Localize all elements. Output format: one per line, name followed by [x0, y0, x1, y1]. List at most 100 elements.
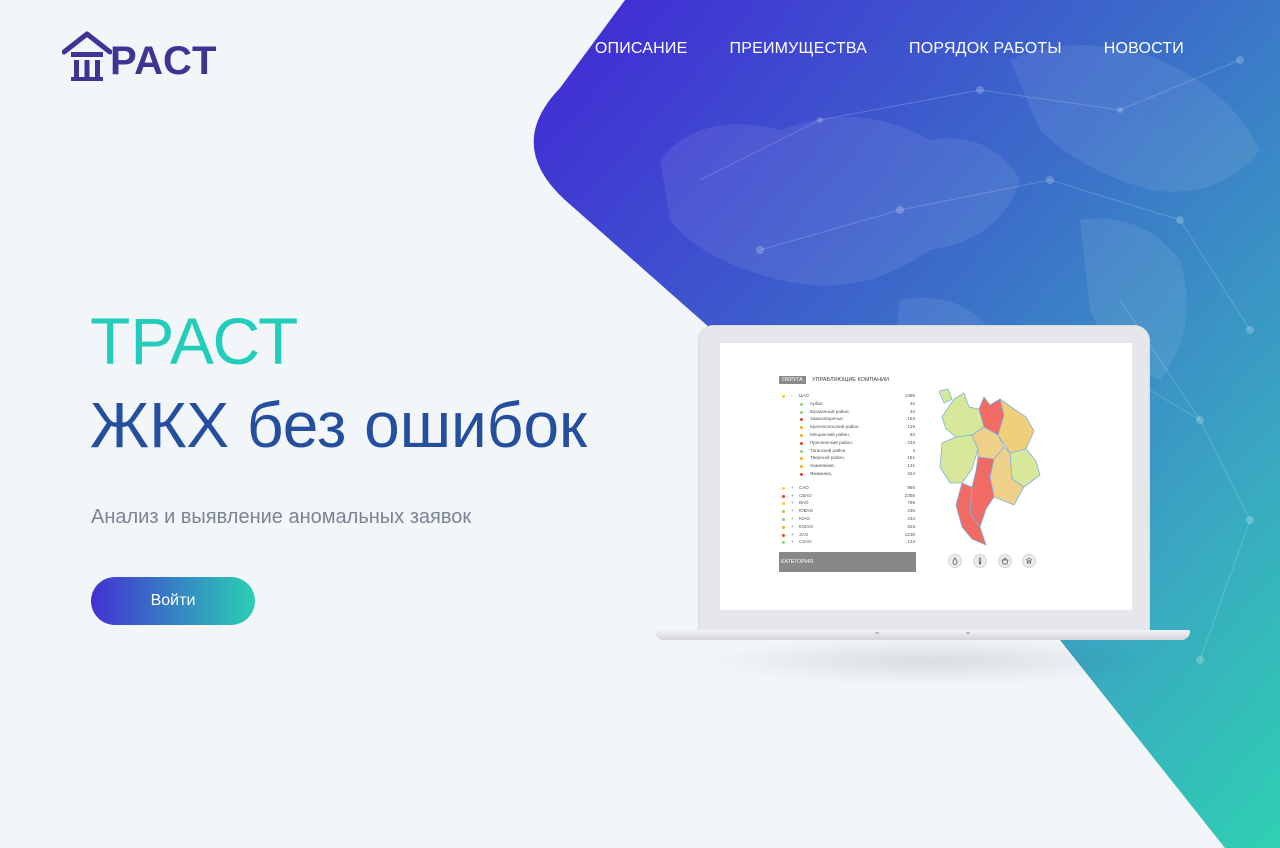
- subdistrict-value: 3: [912, 447, 915, 453]
- district-value: 823: [907, 523, 915, 529]
- expand-toggle[interactable]: +: [791, 531, 794, 539]
- status-dot: [782, 494, 785, 498]
- district-name: ЮАО: [799, 515, 811, 521]
- district-row[interactable]: + САО 980: [779, 484, 915, 492]
- district-row[interactable]: + СЗАО 123: [779, 538, 915, 546]
- subdistrict-name: Арбат,: [810, 400, 824, 406]
- district-value: 1238: [904, 531, 915, 537]
- status-dot: [800, 472, 803, 476]
- nav-item-advantages[interactable]: ПРЕИМУЩЕСТВА: [730, 40, 868, 58]
- district-row-cao[interactable]: - ЦАО 1386: [779, 392, 915, 400]
- status-dot: [800, 465, 803, 469]
- nav-item-description[interactable]: ОПИСАНИЕ: [595, 40, 688, 58]
- subdistrict-value: 32: [909, 400, 915, 406]
- tab-districts[interactable]: ОКРУГА: [779, 376, 806, 384]
- subdistrict-value: 43: [909, 408, 915, 414]
- building-icon[interactable]: [1022, 554, 1036, 568]
- subdistrict-row[interactable]: Таганский район, 3: [779, 447, 915, 455]
- status-dot: [782, 533, 785, 537]
- subdistrict-name: Хамовники,: [810, 463, 835, 469]
- status-dot: [800, 410, 803, 414]
- laptop-shadow: [700, 636, 1160, 686]
- status-dot: [800, 441, 803, 445]
- thermometer-icon[interactable]: [973, 554, 987, 568]
- subdistrict-name: Красносельский район,: [810, 424, 860, 430]
- hero-title: ТРАСТ: [90, 304, 299, 378]
- district-row[interactable]: + СВАО 2365: [779, 492, 915, 500]
- subdistrict-row[interactable]: Басманный район, 43: [779, 408, 915, 416]
- category-bar[interactable]: КАТЕГОРИЯ: [779, 552, 916, 572]
- district-row[interactable]: + ЮАО 234: [779, 515, 915, 523]
- laptop-hinge-dot: [966, 632, 970, 634]
- logo[interactable]: РАСТ: [62, 30, 217, 82]
- map-region-yuao: [969, 456, 995, 528]
- subdistrict-value: 131: [907, 463, 915, 469]
- subdistrict-row[interactable]: Тверской район, 151: [779, 454, 915, 462]
- subdistrict-name: Таганский район,: [810, 447, 847, 453]
- map-region-zelenograd: [938, 388, 953, 404]
- nav-item-workflow[interactable]: ПОРЯДОК РАБОТЫ: [909, 40, 1062, 58]
- district-row[interactable]: + ЗАО 1238: [779, 531, 915, 539]
- expand-toggle[interactable]: +: [791, 492, 794, 500]
- basket-icon[interactable]: [998, 554, 1012, 568]
- district-list: - ЦАО 1386 Арбат, 32 Басманный район, 43 Зам…: [779, 392, 915, 546]
- expand-toggle[interactable]: +: [791, 523, 794, 531]
- subdistrict-value: 151: [907, 455, 915, 461]
- status-dot: [800, 418, 803, 422]
- status-dot: [800, 457, 803, 461]
- moscow-districts-map: [938, 388, 1041, 546]
- subdistrict-name: Пресненский район,: [810, 439, 854, 445]
- laptop-hinge-dot: [875, 632, 879, 634]
- logo-text: РАСТ: [110, 39, 218, 83]
- expand-toggle[interactable]: +: [791, 515, 794, 523]
- expand-toggle[interactable]: +: [791, 507, 794, 515]
- nav-item-news[interactable]: НОВОСТИ: [1104, 40, 1184, 58]
- district-value: 785: [907, 500, 915, 506]
- subdistrict-row[interactable]: Арбат, 32: [779, 400, 915, 408]
- subdistrict-row[interactable]: Пресненский район, 233: [779, 439, 915, 447]
- subdistrict-value: 233: [907, 439, 915, 445]
- status-dot: [800, 449, 803, 453]
- district-value: 1386: [904, 393, 915, 398]
- expand-toggle[interactable]: +: [791, 484, 794, 492]
- district-row[interactable]: + ВАО 785: [779, 499, 915, 507]
- status-dot: [800, 426, 803, 430]
- district-value: 2365: [904, 492, 915, 498]
- subdistrict-name: Замоскворечье,: [810, 416, 844, 422]
- subdistrict-row[interactable]: Хамовники, 131: [779, 462, 915, 470]
- status-dot: [782, 502, 785, 506]
- district-name: СЗАО: [799, 539, 812, 545]
- subdistrict-row[interactable]: Красносельский район, 125: [779, 423, 915, 431]
- district-row[interactable]: + ЮВАО 235: [779, 507, 915, 515]
- expand-toggle[interactable]: +: [791, 538, 794, 546]
- hero-tagline: ЖКХ без ошибок: [90, 389, 588, 461]
- subdistrict-name: Басманный район,: [810, 408, 850, 414]
- subdistrict-row[interactable]: Мещанский район, 83: [779, 431, 915, 439]
- subdistrict-value: 125: [907, 424, 915, 430]
- district-value: 980: [907, 484, 915, 490]
- district-name: СВАО: [799, 492, 812, 498]
- main-nav: ОПИСАНИЕ ПРЕИМУЩЕСТВА ПОРЯДОК РАБОТЫ НОВ…: [595, 40, 1184, 58]
- status-dot: [782, 486, 785, 490]
- district-value: 123: [907, 539, 915, 545]
- tab-management-companies[interactable]: УПРАВЛЯЮЩИЕ КОМПАНИИ: [812, 376, 889, 384]
- district-row[interactable]: + ЮЗАО 823: [779, 523, 915, 531]
- district-toggle: -: [791, 393, 793, 398]
- map-region-svao: [997, 398, 1035, 454]
- district-value: 235: [907, 508, 915, 514]
- subdistrict-name: Тверской район,: [810, 455, 845, 461]
- status-dot: [800, 433, 803, 437]
- subdistrict-row[interactable]: Замоскворечье, 153: [779, 415, 915, 423]
- subdistrict-value: 434: [907, 470, 915, 476]
- expand-toggle[interactable]: +: [791, 499, 794, 507]
- login-button[interactable]: Войти: [91, 577, 255, 625]
- status-dot: [782, 525, 785, 529]
- status-dot: [782, 517, 785, 521]
- map-region-zao: [939, 434, 979, 484]
- water-drop-icon[interactable]: [948, 554, 962, 568]
- district-name: ЮЗАО: [799, 523, 813, 529]
- district-name: ЦАО: [799, 393, 809, 398]
- district-name: ЗАО: [799, 531, 809, 537]
- status-dot: [782, 510, 785, 514]
- subdistrict-row[interactable]: Якиманка, 434: [779, 470, 915, 478]
